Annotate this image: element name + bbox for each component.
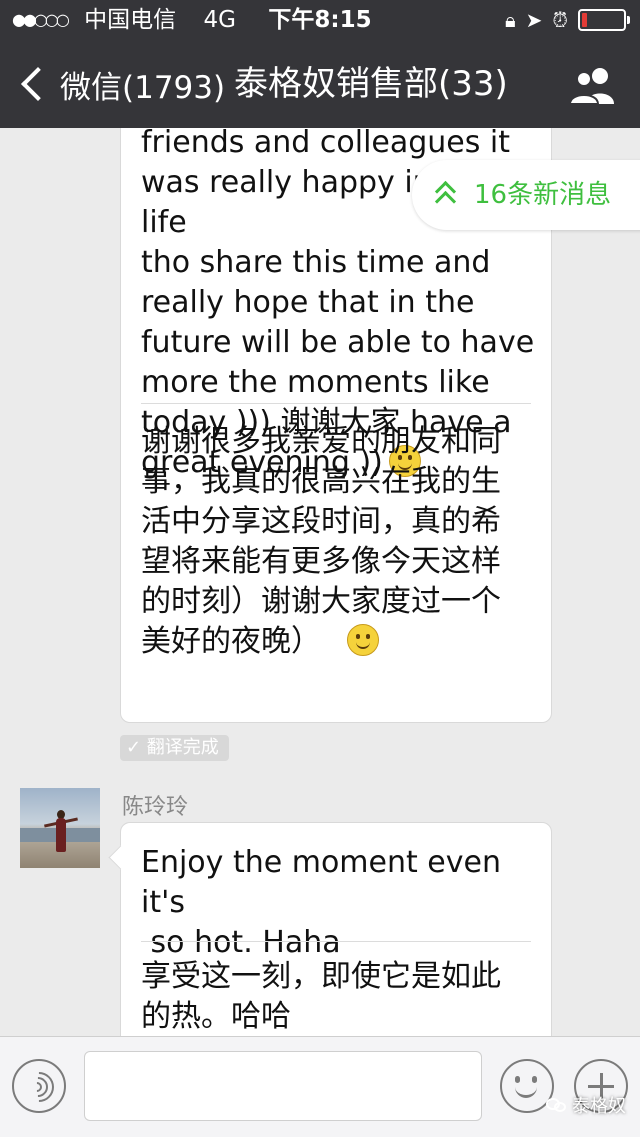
double-chevron-up-icon xyxy=(434,178,457,213)
voice-button[interactable] xyxy=(12,1059,66,1113)
message-original: Enjoy the moment even it's so hot. Haha xyxy=(141,845,501,960)
wechat-logo-icon xyxy=(546,1096,568,1114)
chevron-left-icon xyxy=(21,67,55,101)
status-bar: ●●○○○ 中国电信 4G 下午8:15 🔒︎ ➤ ⏰︎ xyxy=(0,0,640,40)
translation-divider xyxy=(141,941,531,942)
message-translation: 谢谢很多我亲爱的朋友和同 事，我真的很高兴在我的生 活中分享这段时间，真的希 望… xyxy=(141,424,501,659)
watermark-text: 泰格奴 xyxy=(572,1096,626,1117)
group-members-icon xyxy=(568,68,614,105)
translation-complete-badge: ✓ 翻译完成 xyxy=(120,735,229,761)
back-button[interactable]: 微信(1793) xyxy=(18,62,225,106)
location-icon: ➤ xyxy=(525,8,543,32)
back-label: 微信(1793) xyxy=(60,69,226,106)
new-messages-label: 16条新消息 xyxy=(474,180,612,210)
status-right: 🔒︎ ➤ ⏰︎ xyxy=(504,0,630,40)
translation-divider xyxy=(141,403,531,404)
avatar[interactable] xyxy=(20,788,100,868)
smile-emoji-icon xyxy=(347,624,379,656)
message-translation: 享受这一刻，即使它是如此 的热。哈哈 xyxy=(141,959,501,1034)
input-bar xyxy=(0,1036,640,1137)
chat-area[interactable]: friends and colleagues it was really hap… xyxy=(0,128,640,1036)
top-bar: ●●○○○ 中国电信 4G 下午8:15 🔒︎ ➤ ⏰︎ 微信(1793) 泰格… xyxy=(0,0,640,128)
watermark: 泰格奴 xyxy=(546,1092,626,1118)
message-input[interactable] xyxy=(84,1051,482,1121)
sender-name: 陈玲玲 xyxy=(122,795,189,820)
nav-bar: 微信(1793) 泰格奴销售部(33) xyxy=(0,40,640,128)
orientation-lock-icon: 🔒︎ xyxy=(504,8,516,32)
group-members-button[interactable] xyxy=(568,66,618,105)
message-translation-text: 谢谢很多我亲爱的朋友和同 事，我真的很高兴在我的生 活中分享这段时间，真的希 望… xyxy=(141,422,541,662)
alarm-icon: ⏰︎ xyxy=(552,8,568,32)
message-bubble[interactable]: Enjoy the moment even it's so hot. Haha … xyxy=(120,822,552,1036)
battery-icon xyxy=(578,9,630,31)
new-messages-button[interactable]: 16条新消息 xyxy=(412,160,640,230)
chat-title: 泰格奴销售部(33) xyxy=(234,64,508,104)
